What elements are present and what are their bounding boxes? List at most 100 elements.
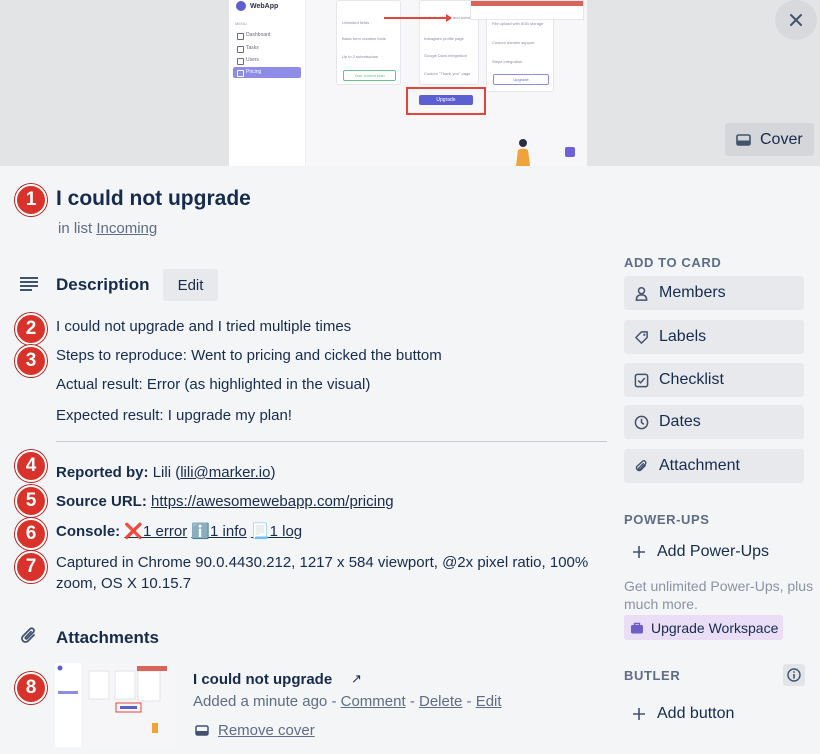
list-link[interactable]: Incoming — [96, 220, 157, 237]
app-logo-icon — [236, 1, 246, 11]
add-button-button[interactable]: Add button — [624, 698, 734, 730]
screenshot-upgrade-outline: Upgrade — [493, 74, 549, 85]
screenshot-nav-item: Users — [233, 55, 301, 66]
butler-heading: BUTLER — [624, 668, 681, 683]
add-power-ups-button[interactable]: Add Power-Ups — [624, 536, 769, 568]
source-url-link[interactable]: https://awesomewebapp.com/pricing — [151, 493, 394, 510]
attachment-delete-link[interactable]: Delete — [419, 693, 462, 710]
cover-icon — [195, 725, 209, 736]
marker-badge: 6 — [15, 518, 47, 550]
marker-badge: 4 — [15, 450, 47, 482]
card-title[interactable]: I could not upgrade — [56, 187, 251, 211]
marker-badge: 8 — [15, 672, 47, 704]
attachment-meta: Added a minute ago - Comment - Delete - … — [193, 693, 502, 710]
description-divider — [56, 441, 607, 442]
attachment-comment-link[interactable]: Comment — [341, 693, 406, 710]
console-info-link[interactable]: ℹ️1 info — [191, 523, 246, 540]
attachment-added: Added a minute ago — [193, 693, 328, 710]
info-icon — [787, 668, 801, 682]
attachment-edit-link[interactable]: Edit — [476, 693, 502, 710]
screenshot-plan-card: Unlimited fields Basic form creation too… — [336, 0, 401, 85]
reported-by-label: Reported by: — [56, 464, 149, 481]
add-power-ups-label: Add Power-Ups — [657, 543, 770, 560]
add-button-label: Add button — [657, 705, 735, 722]
checklist-button[interactable]: Checklist — [624, 363, 804, 397]
reported-by: Reported by: Lili (lili@marker.io) — [56, 464, 276, 481]
screenshot-logo: WebApp — [236, 0, 278, 12]
screenshot-feature: File upload with 5GB storage — [492, 21, 544, 26]
description-edit-button[interactable]: Edit — [163, 269, 218, 301]
upgrade-workspace-label: Upgrade Workspace — [651, 619, 779, 636]
paperclip-icon — [635, 459, 647, 471]
captured-environment: Captured in Chrome 90.0.4430.212, 1217 x… — [56, 554, 589, 592]
screenshot-app-name: WebApp — [250, 2, 279, 10]
cover-button[interactable]: Cover — [725, 123, 814, 156]
attachments-heading: Attachments — [56, 628, 159, 647]
attachment-preview-icon — [55, 663, 176, 747]
dates-button[interactable]: Dates — [624, 405, 804, 439]
screenshot-chat-icon — [565, 147, 575, 157]
description-icon — [20, 277, 38, 291]
labels-button[interactable]: Labels — [624, 320, 804, 354]
screenshot-nav-item: Pricing — [233, 67, 301, 78]
card-list-info: in list Incoming — [58, 220, 157, 237]
tag-icon — [635, 330, 648, 344]
source-url-label: Source URL: — [56, 493, 147, 510]
console-log-link[interactable]: 📃1 log — [251, 523, 302, 540]
checklist-icon — [634, 373, 649, 387]
console-error-link[interactable]: ❌1 error — [124, 523, 187, 540]
screenshot-error-popup — [470, 0, 584, 20]
plus-icon — [633, 546, 645, 558]
screenshot-feature: Unlimited fields — [342, 20, 370, 25]
reporter-email-link[interactable]: lili@marker.io — [180, 464, 270, 481]
remove-cover-link[interactable]: Remove cover — [195, 722, 315, 739]
briefcase-icon — [631, 622, 643, 633]
attachment-button[interactable]: Attachment — [624, 449, 804, 483]
description-line: I could not upgrade and I tried multiple… — [56, 318, 352, 335]
screenshot-feature: Up to 2 submissions — [342, 54, 379, 59]
upgrade-workspace-button[interactable]: Upgrade Workspace — [624, 615, 783, 640]
screenshot-feature: Google Docs integration — [424, 53, 467, 58]
marker-badge: 7 — [15, 551, 47, 583]
separator: - — [331, 693, 337, 710]
attachment-name[interactable]: I could not upgrade — [193, 671, 332, 688]
console-summary: Console: ❌1 error ℹ️1 info 📃1 log — [56, 522, 302, 540]
screenshot-annotation-arrow — [384, 14, 452, 22]
checklist-label: Checklist — [659, 371, 724, 388]
screenshot-feature: Custom "Thank you" page — [424, 71, 471, 76]
members-label: Members — [659, 284, 726, 301]
screenshot-feature: Stripe integration — [492, 59, 523, 64]
list-prefix: in list — [58, 220, 93, 237]
open-external-icon[interactable]: ↗ — [351, 671, 362, 687]
screenshot-sidebar: WebApp MENU Dashboard Tasks Users Pricin… — [229, 0, 306, 166]
console-label: Console: — [56, 523, 121, 540]
marker-badge: 1 — [15, 184, 47, 216]
add-to-card-heading: ADD TO CARD — [624, 255, 722, 270]
cover-screenshot: WebApp MENU Dashboard Tasks Users Pricin… — [229, 0, 587, 166]
separator: - — [466, 693, 472, 710]
screenshot-menu-label: MENU — [235, 21, 247, 26]
labels-label: Labels — [659, 328, 707, 345]
screenshot-feature: Custom domain support — [492, 40, 535, 45]
cover-icon — [736, 133, 751, 146]
members-button[interactable]: Members — [624, 276, 804, 310]
plus-icon — [633, 708, 645, 720]
butler-info-button[interactable] — [783, 664, 805, 686]
card-cover: WebApp MENU Dashboard Tasks Users Pricin… — [0, 0, 820, 166]
marker-badge: 3 — [15, 345, 47, 377]
paperclip-icon — [21, 627, 35, 643]
attachment-thumbnail[interactable] — [55, 663, 176, 747]
person-icon — [635, 286, 648, 301]
remove-cover-label: Remove cover — [218, 722, 315, 739]
clock-icon — [634, 415, 649, 429]
attachment-label: Attachment — [659, 457, 740, 474]
power-ups-heading: POWER-UPS — [624, 512, 710, 527]
description-line: Actual result: Error (as highlighted in … — [56, 376, 371, 393]
screenshot-current-plan: Your current plan — [343, 70, 396, 81]
description-heading: Description — [56, 275, 150, 294]
marker-badge: 2 — [15, 313, 47, 345]
close-button[interactable] — [775, 0, 817, 40]
description-line: Expected result: I upgrade my plan! — [56, 407, 292, 424]
marker-badge: 5 — [15, 485, 47, 517]
close-icon — [790, 14, 802, 26]
